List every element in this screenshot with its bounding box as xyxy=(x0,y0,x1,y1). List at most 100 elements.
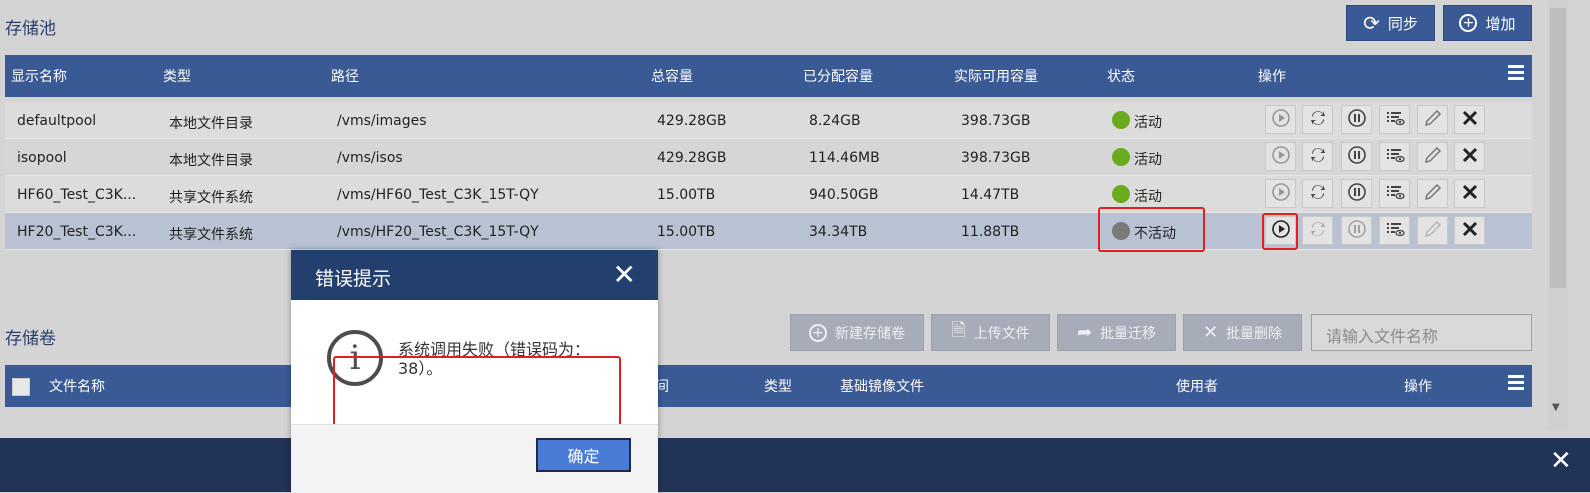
edit-button[interactable] xyxy=(1417,179,1448,208)
pause-button[interactable] xyxy=(1341,142,1372,171)
add-button[interactable]: + 增加 xyxy=(1443,5,1532,41)
upload-file-button[interactable]: 🗎 上传文件 xyxy=(931,314,1050,351)
delete-button[interactable] xyxy=(1454,105,1485,134)
col-base-image[interactable]: 基础镜像文件 xyxy=(840,376,924,396)
details-button[interactable] xyxy=(1379,179,1410,208)
column-menu-icon[interactable] xyxy=(1508,65,1524,83)
edit-button[interactable] xyxy=(1417,216,1448,245)
bottom-close-icon[interactable]: ✕ xyxy=(1550,446,1572,476)
share-arrow-icon: ➦ xyxy=(1076,322,1093,343)
cell-type: 共享文件系统 xyxy=(169,227,253,243)
cell-available: 398.73GB xyxy=(961,113,1031,129)
details-button[interactable] xyxy=(1379,105,1410,134)
cell-path: /vms/isos xyxy=(337,150,403,166)
col-vol-type[interactable]: 类型 xyxy=(764,376,792,396)
dialog-footer: 确定 xyxy=(291,424,658,493)
sync-button[interactable]: ⟳ 同步 xyxy=(1346,5,1435,41)
migrate-label: 批量迁移 xyxy=(1100,325,1157,342)
col-available[interactable]: 实际可用容量 xyxy=(954,66,1038,86)
col-vol-actions: 操作 xyxy=(1404,379,1432,395)
new-volume-button[interactable]: + 新建存储卷 xyxy=(790,314,924,351)
upload-label: 上传文件 xyxy=(973,325,1030,342)
highlight-start-button xyxy=(1262,213,1298,250)
delete-icon xyxy=(1460,108,1480,132)
col-path[interactable]: 路径 xyxy=(331,66,359,86)
cell-total: 15.00TB xyxy=(657,187,716,203)
play-button[interactable] xyxy=(1265,142,1296,171)
dialog-close-icon[interactable]: ✕ xyxy=(613,258,636,291)
ok-button[interactable]: 确定 xyxy=(536,438,631,472)
cell-allocated: 114.46MB xyxy=(809,150,880,166)
cell-total: 15.00TB xyxy=(657,224,716,240)
plus-circle-icon: + xyxy=(809,323,827,342)
details-button[interactable] xyxy=(1379,216,1410,245)
edit-icon xyxy=(1423,182,1443,206)
refresh-button[interactable] xyxy=(1302,216,1333,245)
pool-table-row[interactable]: defaultpool 本地文件目录/vms/images 429.28GB 8.24… xyxy=(5,102,1532,139)
status-dot-icon xyxy=(1112,185,1130,203)
pause-button[interactable] xyxy=(1341,179,1372,208)
col-type[interactable]: 类型 xyxy=(163,66,191,86)
file-search-input[interactable]: 请输入文件名称 xyxy=(1311,314,1532,351)
cell-name: defaultpool xyxy=(17,113,97,129)
cell-total: 429.28GB xyxy=(657,113,727,129)
pool-table-header: 显示名称 类型 路径 总容量 已分配容量 实际可用容量 状态 操作 xyxy=(5,55,1532,97)
cell-allocated: 8.24GB xyxy=(809,113,861,129)
cell-allocated: 940.50GB xyxy=(809,187,879,203)
delete-button[interactable] xyxy=(1454,142,1485,171)
refresh-icon xyxy=(1308,219,1328,243)
storage-volume-title: 存储卷 xyxy=(5,329,56,349)
scrollbar-thumb[interactable] xyxy=(1550,8,1566,288)
edit-button[interactable] xyxy=(1417,105,1448,134)
batch-delete-label: 批量删除 xyxy=(1226,325,1283,342)
pool-table-row[interactable]: HF60_Test_C3K... 共享文件系统/vms/HF60_Test_C3K… xyxy=(5,176,1532,213)
delete-icon xyxy=(1460,219,1480,243)
delete-button[interactable] xyxy=(1454,216,1485,245)
volume-table-header: 文件名称 间 类型 基础镜像文件 使用者 操作 xyxy=(5,365,1532,407)
pause-button[interactable] xyxy=(1341,105,1372,134)
cell-path: /vms/images xyxy=(337,113,427,129)
file-icon: 🗎 xyxy=(951,319,966,341)
pool-table-row[interactable]: isopool 本地文件目录/vms/isos 429.28GB 114.46MB 39… xyxy=(5,139,1532,176)
refresh-button[interactable] xyxy=(1302,105,1333,134)
cell-available: 14.47TB xyxy=(961,187,1020,203)
play-icon xyxy=(1271,108,1291,132)
col-allocated[interactable]: 已分配容量 xyxy=(803,66,873,86)
details-button[interactable] xyxy=(1379,142,1410,171)
cell-type: 共享文件系统 xyxy=(169,190,253,206)
pause-icon xyxy=(1347,108,1367,132)
pool-table-row[interactable]: HF20_Test_C3K... 共享文件系统/vms/HF20_Test_C3K… xyxy=(5,213,1532,250)
status-text: 活动 xyxy=(1134,189,1162,205)
scroll-down-icon[interactable]: ▼ xyxy=(1552,402,1560,413)
refresh-button[interactable] xyxy=(1302,142,1333,171)
refresh-button[interactable] xyxy=(1302,179,1333,208)
refresh-icon xyxy=(1308,108,1328,132)
col-status[interactable]: 状态 xyxy=(1107,66,1135,86)
pause-button[interactable] xyxy=(1341,216,1372,245)
cell-type: 本地文件目录 xyxy=(169,153,253,169)
close-icon: ✕ xyxy=(1202,322,1219,343)
pause-icon xyxy=(1347,219,1367,243)
col-file-name[interactable]: 文件名称 xyxy=(49,376,105,396)
play-button[interactable] xyxy=(1265,105,1296,134)
pause-icon xyxy=(1347,145,1367,169)
select-all-checkbox[interactable] xyxy=(12,378,30,396)
col-user[interactable]: 使用者 xyxy=(1176,376,1218,396)
play-button[interactable] xyxy=(1265,179,1296,208)
cell-allocated: 34.34TB xyxy=(809,224,868,240)
status-dot-icon xyxy=(1112,111,1130,129)
col-display-name[interactable]: 显示名称 xyxy=(11,66,67,86)
details-icon xyxy=(1385,108,1405,132)
dialog-header: 错误提示 ✕ xyxy=(291,250,658,300)
play-icon xyxy=(1271,145,1291,169)
sync-label: 同步 xyxy=(1387,14,1418,33)
delete-button[interactable] xyxy=(1454,179,1485,208)
storage-pool-title: 存储池 xyxy=(5,19,56,39)
edit-button[interactable] xyxy=(1417,142,1448,171)
col-total[interactable]: 总容量 xyxy=(651,66,693,86)
bottom-panel-bar: ✕ xyxy=(0,438,1590,492)
volume-column-menu-icon[interactable] xyxy=(1508,375,1524,393)
delete-icon xyxy=(1460,182,1480,206)
batch-migrate-button[interactable]: ➦ 批量迁移 xyxy=(1057,314,1176,351)
batch-delete-button[interactable]: ✕ 批量删除 xyxy=(1183,314,1302,351)
